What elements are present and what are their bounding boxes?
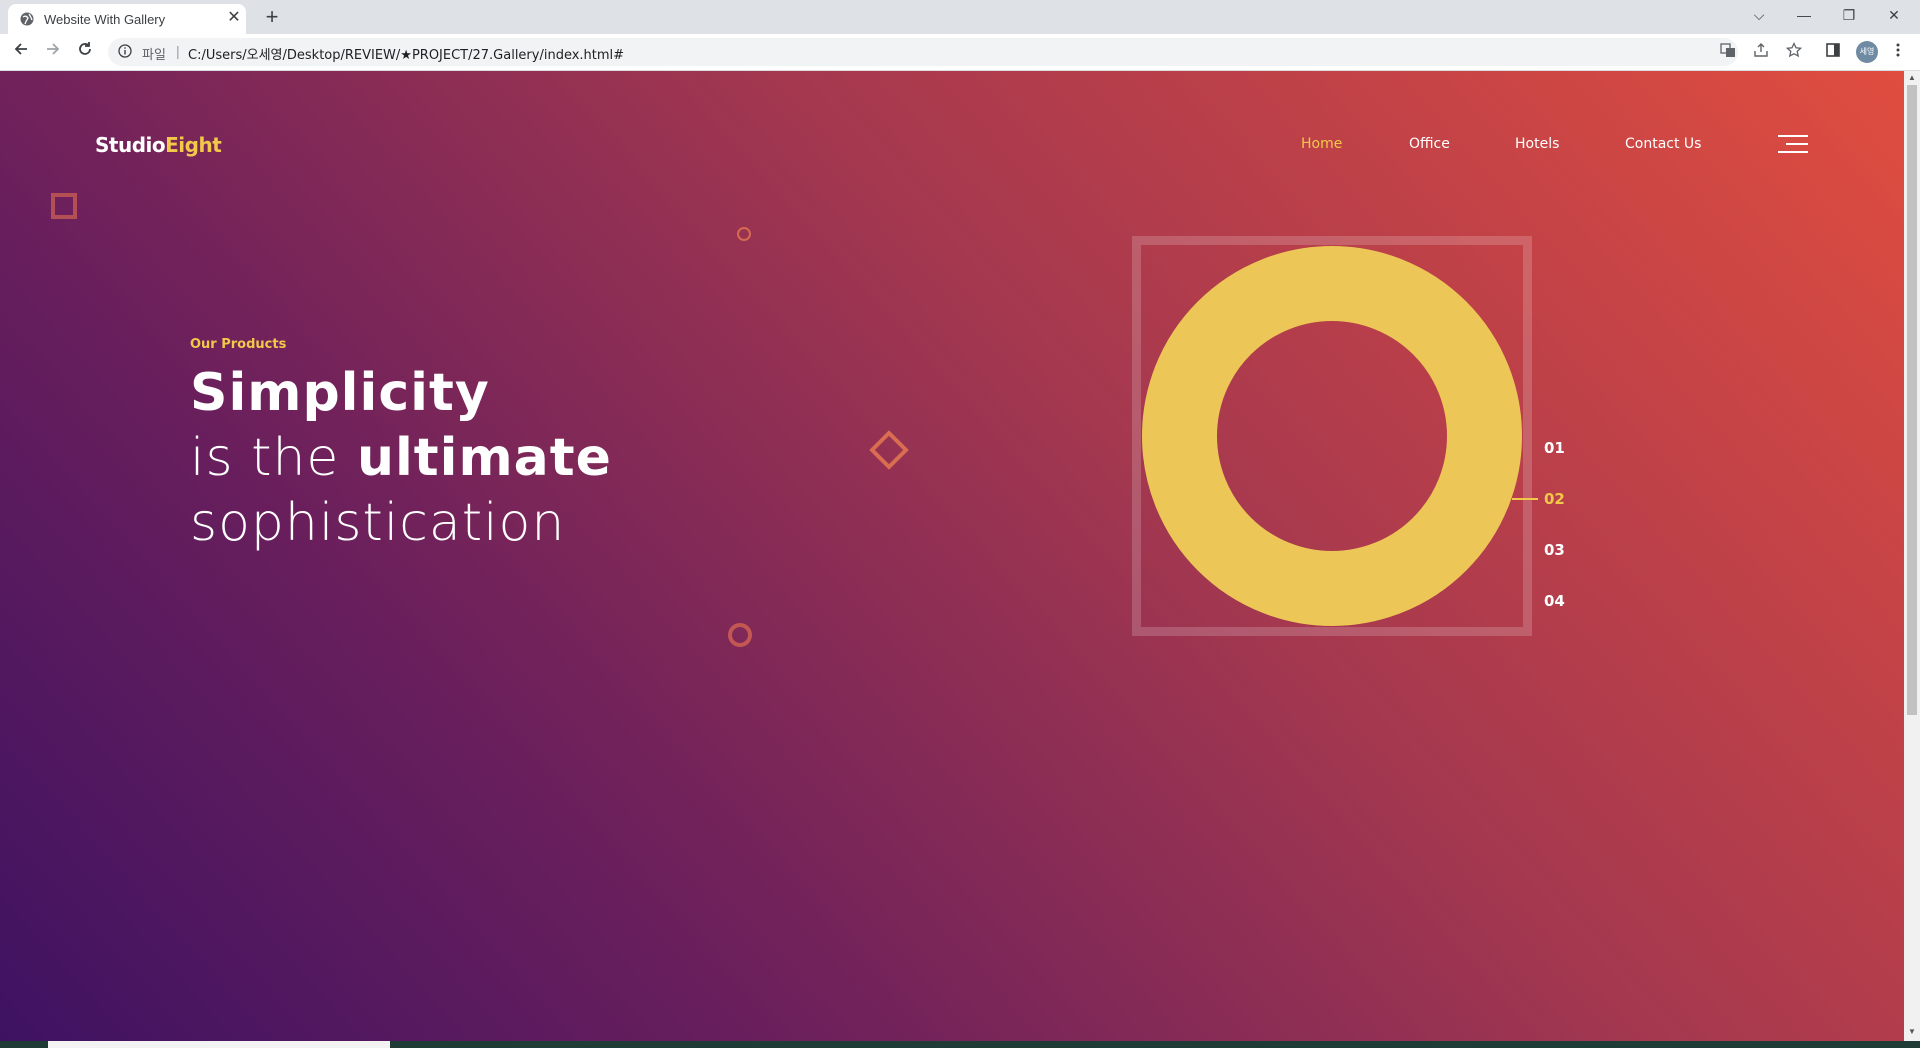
tab-search-icon[interactable]: ⌵	[1737, 0, 1781, 30]
logo[interactable]: StudioEight	[95, 133, 222, 157]
forward-arrow-icon[interactable]	[42, 41, 64, 63]
section-subtitle: Our Products	[190, 337, 287, 352]
scrollbar-thumb[interactable]	[1907, 85, 1917, 715]
headline-line1: Simplicity	[190, 363, 490, 423]
ring-image	[1142, 246, 1522, 626]
translate-icon[interactable]	[1718, 42, 1738, 62]
restore-button[interactable]: ❐	[1827, 0, 1871, 30]
tab-close-icon[interactable]: ✕	[225, 9, 243, 27]
scheme-divider: |	[176, 43, 180, 59]
small-circle-shape	[737, 227, 751, 241]
nav-item-home[interactable]: Home	[1301, 136, 1342, 152]
sidebar-icon[interactable]	[1823, 42, 1843, 62]
headline-line2: is the ultimate	[190, 426, 612, 491]
diamond-shape	[869, 430, 909, 470]
slide-number-03[interactable]: 03	[1544, 541, 1565, 559]
share-icon[interactable]	[1751, 42, 1771, 62]
page-scrollbar[interactable]: ▲ ▼	[1904, 71, 1920, 1041]
slide-number-01[interactable]: 01	[1544, 439, 1565, 457]
minimize-button[interactable]: —	[1782, 0, 1826, 30]
page-title: Simplicity is the ultimate sophisticatio…	[190, 361, 612, 556]
headline-line2-light: is the	[190, 428, 357, 488]
square-shape	[51, 193, 77, 219]
hamburger-icon[interactable]	[1778, 135, 1808, 153]
headline-line2-bold: ultimate	[356, 428, 612, 488]
taskbar	[0, 1041, 1920, 1048]
hero-section: StudioEight Home Office Hotels Contact U…	[0, 71, 1904, 1041]
url-text[interactable]: C:/Users/오세영/Desktop/REVIEW/★PROJECT/27.…	[188, 44, 624, 63]
slide-number-04[interactable]: 04	[1544, 592, 1565, 610]
menu-icon[interactable]	[1888, 42, 1908, 62]
taskbar-item[interactable]	[48, 1041, 390, 1048]
nav-item-contact-us[interactable]: Contact Us	[1625, 136, 1701, 152]
tab-title: Website With Gallery	[44, 12, 166, 27]
logo-accent-text: Eight	[165, 133, 222, 157]
nav-item-office[interactable]: Office	[1409, 136, 1450, 152]
info-icon[interactable]	[118, 44, 132, 58]
browser-toolbar: 파일 | C:/Users/오세영/Desktop/REVIEW/★PROJEC…	[0, 34, 1920, 71]
back-arrow-icon[interactable]	[10, 41, 32, 63]
browser-tab[interactable]: Website With Gallery ✕	[8, 4, 246, 34]
star-icon[interactable]	[1784, 41, 1804, 62]
close-window-button[interactable]: ✕	[1872, 0, 1916, 30]
headline-line3: sophistication	[190, 493, 566, 553]
avatar[interactable]: 세영	[1856, 41, 1878, 63]
tab-strip: Website With Gallery ✕ + ⌵ — ❐ ✕	[0, 0, 1920, 34]
scheme-label: 파일	[142, 48, 166, 63]
circle-shape	[728, 623, 752, 647]
new-tab-button[interactable]: +	[260, 5, 284, 29]
address-bar[interactable]: 파일 | C:/Users/오세영/Desktop/REVIEW/★PROJEC…	[108, 38, 1738, 66]
globe-icon	[20, 12, 34, 26]
active-slide-indicator	[1512, 498, 1538, 500]
reload-icon[interactable]	[74, 41, 96, 63]
nav-item-hotels[interactable]: Hotels	[1515, 136, 1559, 152]
logo-text: Studio	[95, 133, 166, 157]
slide-number-02[interactable]: 02	[1544, 490, 1565, 508]
scroll-up-icon[interactable]: ▲	[1907, 73, 1917, 83]
scroll-down-icon[interactable]: ▼	[1907, 1027, 1917, 1037]
